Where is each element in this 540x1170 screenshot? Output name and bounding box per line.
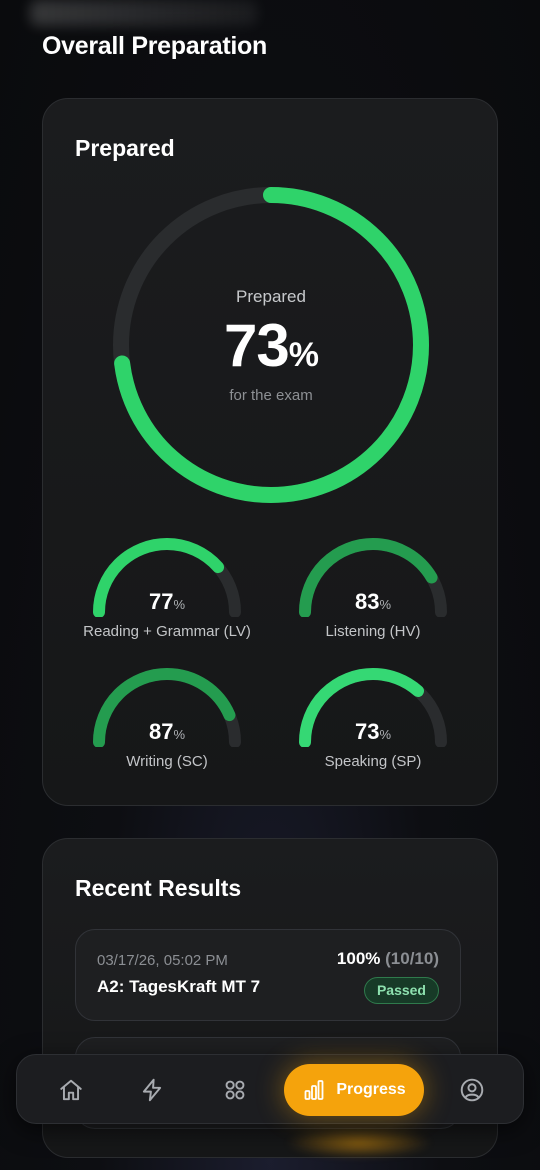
nav-practice-button[interactable]	[124, 1055, 180, 1125]
result-score-percent: 100%	[336, 949, 381, 968]
page-title: Overall Preparation	[42, 32, 267, 60]
gauge-value-unit: %	[173, 727, 186, 742]
active-tab-glow	[285, 1128, 433, 1158]
nav-progress-label: Progress	[336, 1081, 406, 1098]
gauge-label: Listening (HV)	[325, 623, 421, 640]
ring-value: 73%	[113, 311, 429, 380]
gauge-value: 83%	[273, 589, 473, 615]
result-name: A2: TagesKraft MT 7	[97, 977, 261, 996]
gauge-value: 77%	[67, 589, 267, 615]
prepared-card-title: Prepared	[75, 135, 175, 161]
result-score: 100% (10/10)	[337, 949, 439, 969]
gauge-value-number: 73	[354, 719, 380, 744]
home-icon	[60, 1079, 82, 1101]
ring-value-number: 73	[224, 312, 290, 379]
nav-home-button[interactable]	[43, 1055, 99, 1125]
profile-icon	[460, 1078, 484, 1102]
blurred-top-header	[30, 0, 258, 26]
gauge-label: Reading + Grammar (LV)	[83, 623, 251, 640]
result-score-detail: (10/10)	[385, 949, 439, 968]
result-item[interactable]: 03/17/26, 05:02 PM A2: TagesKraft MT 7 1…	[75, 929, 461, 1021]
ring-subtitle: for the exam	[229, 387, 313, 404]
status-badge: Passed	[363, 977, 439, 1004]
gauge-label: Writing (SC)	[126, 753, 208, 770]
recent-results-title: Recent Results	[75, 875, 242, 901]
gauge-value-number: 77	[148, 589, 174, 614]
grid-icon	[225, 1080, 245, 1100]
gauge-value-unit: %	[173, 597, 186, 612]
gauge-writing: 87% Writing (SC)	[67, 667, 267, 777]
gauge-value-unit: %	[379, 597, 392, 612]
bar-chart-icon	[304, 1080, 324, 1100]
gauge-value-number: 83	[354, 589, 380, 614]
gauge-speaking: 73% Speaking (SP)	[273, 667, 473, 777]
result-date: 03/17/26, 05:02 PM	[97, 952, 228, 969]
nav-progress-button[interactable]: Progress	[284, 1064, 424, 1116]
gauge-value: 73%	[273, 719, 473, 745]
ring-value-unit: %	[288, 336, 319, 374]
gauge-value-unit: %	[379, 727, 392, 742]
prepared-card: Prepared Prepared 73% for the exam 77% R…	[42, 98, 498, 806]
gauge-reading-grammar: 77% Reading + Grammar (LV)	[67, 537, 267, 647]
ring-label: Prepared	[236, 287, 306, 306]
overall-progress-readout: Prepared 73% for the exam	[113, 187, 429, 503]
bottom-navigation: Progress	[16, 1054, 524, 1124]
gauge-value-number: 87	[148, 719, 174, 744]
lightning-icon	[142, 1078, 162, 1102]
nav-profile-button[interactable]	[444, 1055, 500, 1125]
gauge-value: 87%	[67, 719, 267, 745]
gauge-listening: 83% Listening (HV)	[273, 537, 473, 647]
nav-modules-button[interactable]	[207, 1055, 263, 1125]
gauge-label: Speaking (SP)	[324, 753, 422, 770]
